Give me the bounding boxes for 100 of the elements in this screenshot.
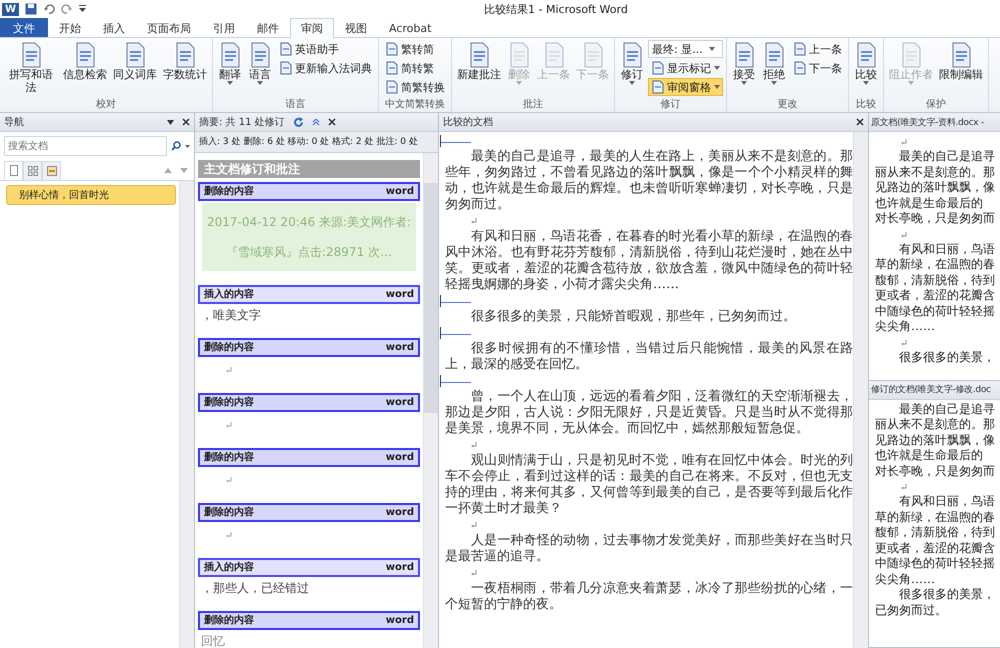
- ribbon-button[interactable]: 繁转简: [382, 40, 448, 58]
- collapse-icon[interactable]: [312, 118, 320, 126]
- save-icon[interactable]: [25, 3, 38, 15]
- scrollbar[interactable]: [179, 181, 194, 648]
- pane-title: 修订的文档(唯美文字-修改.doc: [871, 384, 991, 396]
- page-icon: [793, 61, 806, 75]
- caret-icon[interactable]: [167, 120, 174, 124]
- paragraph: 一夜梧桐雨，带着几分凉意夹着萧瑟，冰冷了那些纷扰的心绪，一个短暂的宁静的夜。: [445, 581, 853, 613]
- ribbon-button[interactable]: 更新输入法词典: [276, 59, 375, 77]
- ribbon-tab[interactable]: 开始: [48, 18, 92, 37]
- text-line: 更或者，羞涩的花瓣含: [875, 540, 996, 556]
- text-line: 有风和日丽，鸟语: [898, 242, 996, 257]
- revision-header[interactable]: 删除的内容 word: [198, 338, 420, 357]
- revision-header[interactable]: 插入的内容 word: [198, 285, 420, 304]
- close-icon[interactable]: [328, 118, 336, 126]
- ribbon-tab[interactable]: 视图: [334, 18, 378, 37]
- ribbon-tab[interactable]: 文件: [0, 18, 48, 37]
- caret-icon: [257, 81, 263, 85]
- ribbon-button[interactable]: 新建批注: [455, 40, 503, 83]
- ribbon-tab[interactable]: 插入: [92, 18, 136, 37]
- text-line: 也许就是生命最后的: [875, 196, 984, 211]
- pane-title: 导航: [4, 116, 24, 129]
- ribbon-tab[interactable]: 引用: [202, 18, 246, 37]
- undo-icon[interactable]: [43, 3, 56, 15]
- revision-header[interactable]: 删除的内容 word: [198, 611, 420, 630]
- paragraph-mark-icon: [226, 532, 232, 538]
- text-line: 对长亭晚，只是匆匆而: [875, 211, 996, 226]
- paragraph: 最美的自己是追寻，最美的人生在路上，美丽从来不是刻意的。那些年，匆匆路过，不曾看见路边的落叶飘飘，像是一个个小精灵样的舞动，也许就是生命最后的辉煌。也未曾听听寒蝉凄切，对长亭晚，只是匆匆而过。: [445, 149, 853, 213]
- ribbon-tab[interactable]: 审阅: [290, 18, 334, 38]
- revision-header[interactable]: 删除的内容 word: [198, 393, 420, 412]
- ribbon-button[interactable]: 比较: [852, 40, 880, 87]
- text-line: 丽从来不是刻意的。那: [875, 164, 996, 180]
- search-field[interactable]: 搜索文档: [4, 136, 167, 156]
- ribbon-button[interactable]: 审阅窗格: [648, 78, 723, 96]
- ribbon-button[interactable]: 限制编辑: [937, 40, 985, 83]
- revision-header[interactable]: 删除的内容 word: [198, 448, 420, 467]
- ribbon-button[interactable]: 语言: [246, 40, 274, 87]
- text-line: 很多很多的美景，: [898, 587, 996, 602]
- paragraph-mark-icon: [226, 367, 232, 373]
- revision-header[interactable]: 插入的内容 word: [198, 558, 420, 577]
- group-label: 更改: [776, 98, 798, 112]
- caret-icon[interactable]: [79, 5, 86, 13]
- ribbon-button[interactable]: 下一条: [790, 59, 845, 77]
- ribbon-button[interactable]: 同义词库: [111, 40, 159, 83]
- ribbon-button[interactable]: 拼写和语法: [3, 40, 59, 96]
- ribbon-tab[interactable]: 邮件: [246, 18, 290, 37]
- redo-icon[interactable]: [61, 3, 74, 15]
- page-icon: [793, 42, 806, 56]
- close-icon[interactable]: [182, 118, 190, 126]
- ribbon-button[interactable]: 信息检索: [61, 40, 109, 83]
- revision-text: 2017-04-12 20:46 来源:美文网作者:『雪域寒风』点击:28971 次…: [202, 203, 416, 271]
- refresh-icon[interactable]: [292, 116, 304, 128]
- ribbon-button[interactable]: 拒绝: [760, 40, 788, 87]
- view-tab[interactable]: [4, 160, 23, 180]
- dropdown-field[interactable]: 最终: 显...: [648, 40, 723, 58]
- ribbon-button[interactable]: 显示标记: [648, 59, 723, 77]
- page-icon: [385, 80, 398, 94]
- down-arrow-icon[interactable]: [180, 168, 188, 172]
- ribbon-button[interactable]: 翻译: [216, 40, 244, 87]
- revision-stats: 插入: 3 处 删除: 6 处 移动: 0 处 格式: 2 处 批注: 0 处: [195, 132, 438, 153]
- paragraph: 很多很多的美景，只能矫首暇观，那些年，已匆匆而过。: [470, 309, 797, 325]
- pane-title: 原文档(唯美文字-资料.docx -: [871, 116, 984, 128]
- view-tab[interactable]: [42, 160, 61, 180]
- page-icon: [385, 61, 398, 75]
- paragraph-mark-icon: [226, 477, 232, 483]
- scrollbar[interactable]: [423, 153, 438, 648]
- paragraph-mark-icon: [471, 442, 477, 448]
- paragraph-mark-icon: [471, 570, 477, 576]
- scrollbar[interactable]: [853, 132, 868, 648]
- paragraph-mark-icon: [901, 340, 907, 346]
- view-tab[interactable]: [23, 160, 42, 180]
- ribbon-button[interactable]: 英语助手: [276, 40, 375, 58]
- revision-header[interactable]: 删除的内容 word: [198, 503, 420, 522]
- caret-icon: [714, 66, 720, 70]
- heading-item[interactable]: 别样心情，回首时光: [6, 185, 176, 205]
- caret-icon: [741, 81, 747, 85]
- text-line: 尖尖角……: [875, 319, 936, 334]
- search-icon[interactable]: [171, 141, 181, 151]
- revision-text: ，那些人，已经错过: [200, 580, 310, 597]
- ribbon-button[interactable]: 字数统计: [161, 40, 209, 83]
- ribbon-button[interactable]: 接受: [730, 40, 758, 87]
- ribbon-tab[interactable]: Acrobat: [378, 18, 442, 37]
- text-line: 草的新绿，在温煦的春: [875, 257, 996, 272]
- close-icon[interactable]: [856, 118, 864, 126]
- ribbon-button[interactable]: 修订: [618, 40, 646, 87]
- revision-header[interactable]: 删除的内容 word: [198, 182, 420, 201]
- caret-icon: [863, 81, 869, 85]
- revision-text: 回忆: [200, 633, 226, 648]
- up-arrow-icon[interactable]: [164, 168, 172, 172]
- caret-icon: [629, 81, 635, 85]
- paragraph: 有风和日丽，鸟语花香，在暮春的时光看小草的新绿，在温煦的春风中沐浴。也有野花芬芳馥郁，清新脱俗，待到山花烂漫时，她在丛中笑。更或者，羞涩的花瓣含苞待放，欲放含羞，微风中随绿色的荷叶轻轻摇曳婀娜的身姿，小荷才露尖尖角……: [445, 229, 853, 293]
- ribbon-button[interactable]: 简繁转换: [382, 78, 448, 96]
- paragraph-mark-icon: [471, 522, 477, 528]
- ribbon-tab[interactable]: 页面布局: [136, 18, 202, 37]
- text-line: 很多很多的美景，: [898, 350, 996, 365]
- caret-icon[interactable]: [185, 144, 190, 148]
- ribbon-button[interactable]: 简转繁: [382, 59, 448, 77]
- text-line: 也许就是生命最后的: [875, 448, 984, 464]
- app-logo[interactable]: W: [2, 2, 20, 16]
- ribbon-button[interactable]: 上一条: [790, 40, 845, 58]
